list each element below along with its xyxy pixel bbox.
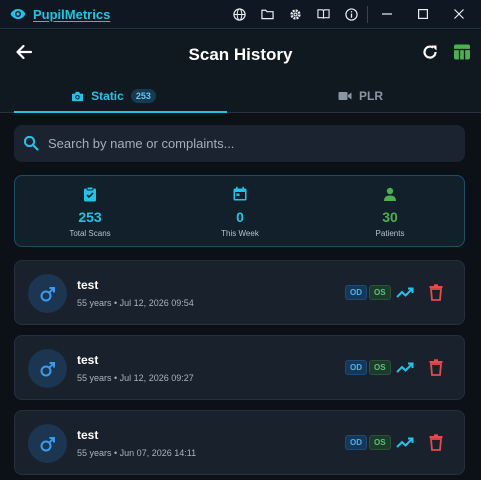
titlebar-divider bbox=[367, 6, 368, 23]
patient-name: test bbox=[77, 428, 99, 442]
delete-icon[interactable] bbox=[429, 284, 443, 301]
avatar bbox=[28, 424, 67, 463]
camera-icon bbox=[72, 91, 84, 101]
search-input[interactable] bbox=[48, 125, 453, 162]
os-badge: OS bbox=[369, 285, 391, 300]
scan-meta: 55 years • Jul 12, 2026 09:27 bbox=[77, 373, 194, 383]
delete-icon[interactable] bbox=[429, 359, 443, 376]
os-badge: OS bbox=[369, 360, 391, 375]
app-title: PupilMetrics bbox=[33, 7, 111, 22]
avatar bbox=[28, 349, 67, 388]
stats-panel: 253 Total Scans 0 This Week 30 Patients bbox=[14, 175, 465, 247]
patient-name: test bbox=[77, 278, 99, 292]
stat-value: 0 bbox=[236, 209, 244, 225]
title-bar: PupilMetrics bbox=[0, 0, 481, 29]
stat-label: This Week bbox=[221, 229, 259, 238]
stat-this-week: 0 This Week bbox=[165, 176, 315, 248]
male-gender-icon bbox=[40, 436, 55, 451]
scan-meta: 55 years • Jul 12, 2026 09:54 bbox=[77, 298, 194, 308]
close-icon[interactable] bbox=[451, 6, 467, 22]
stat-patients: 30 Patients bbox=[315, 176, 465, 248]
trend-chart-icon[interactable] bbox=[396, 435, 414, 451]
stat-value: 253 bbox=[78, 209, 102, 225]
od-badge: OD bbox=[345, 360, 367, 375]
scan-card[interactable]: test 55 years • Jul 12, 2026 09:54 OD OS bbox=[14, 260, 465, 325]
gear-icon[interactable] bbox=[287, 6, 303, 22]
clipboard-icon bbox=[84, 186, 96, 202]
od-badge: OD bbox=[345, 435, 367, 450]
scan-card[interactable]: test 55 years • Jun 07, 2026 14:11 OD OS bbox=[14, 410, 465, 475]
stat-total-scans: 253 Total Scans bbox=[15, 176, 165, 248]
scan-history-content: 253 Total Scans 0 This Week 30 Patients bbox=[0, 113, 481, 480]
video-camera-icon bbox=[338, 92, 352, 100]
trend-chart-icon[interactable] bbox=[396, 360, 414, 376]
male-gender-icon bbox=[40, 361, 55, 376]
page-title: Scan History bbox=[188, 45, 293, 64]
scan-card[interactable]: test 55 years • Jul 12, 2026 09:27 OD OS bbox=[14, 335, 465, 400]
search-icon bbox=[23, 135, 39, 151]
scan-meta: 55 years • Jun 07, 2026 14:11 bbox=[77, 448, 197, 458]
page-header: Scan History bbox=[0, 30, 481, 80]
stat-label: Total Scans bbox=[69, 229, 111, 238]
search-bar bbox=[14, 125, 465, 162]
tab-plr-label: PLR bbox=[359, 89, 383, 103]
globe-icon[interactable] bbox=[231, 6, 247, 22]
info-icon[interactable] bbox=[343, 6, 359, 22]
person-icon bbox=[384, 187, 396, 201]
eye-icon bbox=[10, 9, 26, 19]
od-badge: OD bbox=[345, 285, 367, 300]
tab-static-label: Static bbox=[91, 89, 124, 103]
patient-name: test bbox=[77, 353, 99, 367]
tab-static[interactable]: Static 253 bbox=[0, 80, 227, 113]
stat-value: 30 bbox=[382, 209, 398, 225]
stat-label: Patients bbox=[375, 229, 405, 238]
maximize-icon[interactable] bbox=[415, 6, 431, 22]
delete-icon[interactable] bbox=[429, 434, 443, 451]
avatar bbox=[28, 274, 67, 313]
calendar-icon bbox=[233, 186, 247, 201]
scan-type-tabs: Static 253 PLR bbox=[0, 80, 481, 113]
trend-chart-icon[interactable] bbox=[396, 285, 414, 301]
table-view-icon[interactable] bbox=[453, 43, 471, 61]
folder-icon[interactable] bbox=[259, 6, 275, 22]
tab-plr[interactable]: PLR bbox=[240, 80, 481, 112]
book-icon[interactable] bbox=[315, 6, 331, 22]
refresh-icon[interactable] bbox=[421, 43, 439, 61]
scan-count-badge: 253 bbox=[130, 89, 156, 103]
male-gender-icon bbox=[40, 286, 55, 301]
minimize-icon[interactable] bbox=[379, 6, 395, 22]
os-badge: OS bbox=[369, 435, 391, 450]
